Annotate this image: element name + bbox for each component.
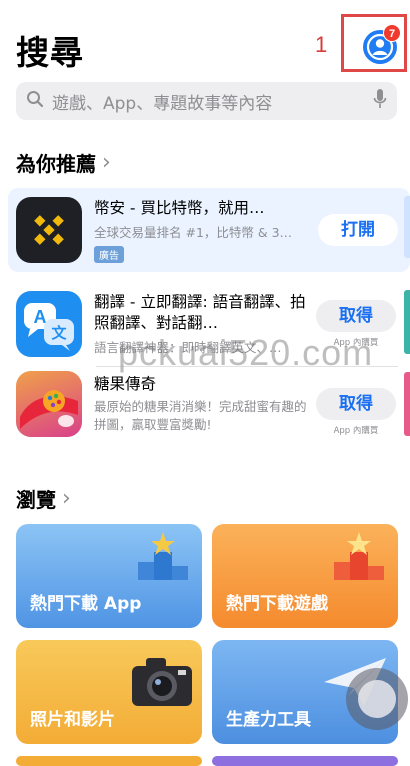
annotation-number: 1 [315,32,328,57]
app-row-candy[interactable]: 糖果傳奇 最原始的糖果消消樂！完成甜蜜有趣的拼圖，贏取豐富獎勵! 取得 App … [8,362,408,446]
card-top-games[interactable]: 熱門下載遊戲 [212,524,398,628]
card-label: 生產力工具 [226,710,311,730]
next-page-peek [404,372,410,436]
get-button[interactable]: 取得 [316,300,396,332]
app-name: 糖果傳奇 [94,375,157,393]
assistive-touch-icon [358,680,396,718]
app-subtitle: 最原始的糖果消消樂！完成甜蜜有趣的拼圖，贏取豐富獎勵! [94,399,307,432]
app-name: 翻譯 - 立即翻譯: 語音翻譯、拍照翻譯、對話翻… [94,293,306,332]
svg-text:文: 文 [51,324,67,342]
app-name: 幣安 - 買比特幣，就用… [94,198,265,217]
card-label: 熱門下載 App [30,594,142,614]
app-subtitle: 全球交易量排名 #1，比特幣 & 3… [94,224,293,240]
section-browse[interactable]: 瀏覽 › [16,484,71,513]
camera-icon [132,658,192,706]
chevron-right-icon: › [102,150,111,175]
card-label: 照片和影片 [30,710,115,730]
app-subtitle: 語言翻譯神器：即時翻譯英文、… [94,340,282,355]
section-browse-title: 瀏覽 [16,488,56,512]
notification-badge: 7 [383,24,401,42]
card-peek [212,756,398,766]
translate-app-icon: A 文 [16,291,82,357]
next-page-peek [404,290,410,354]
svg-text:A: A [34,307,47,327]
binance-app-icon [16,197,82,263]
in-app-purchase-note: App 內購買 [333,426,379,436]
card-top-apps[interactable]: 熱門下載 App [16,524,202,628]
section-recommended-title: 為你推薦 [16,152,96,176]
open-button[interactable]: 打開 [318,214,398,246]
microphone-icon[interactable] [373,88,387,114]
app-row-translate[interactable]: A 文 翻譯 - 立即翻譯: 語音翻譯、拍照翻譯、對話翻… 語言翻譯神器：即時翻… [8,282,408,366]
card-label: 熱門下載遊戲 [226,594,328,614]
search-placeholder: 遊戲、App、專題故事等內容 [52,93,273,114]
search-input[interactable]: 遊戲、App、專題故事等內容 [16,82,397,120]
card-peek [16,756,202,766]
podium-icon [334,532,384,580]
page-title: 搜尋 [16,33,84,72]
search-icon [26,90,44,112]
candy-app-icon [16,371,82,437]
assistive-touch-button[interactable] [346,668,408,730]
chevron-right-icon: › [62,486,71,511]
next-page-peek [404,196,410,258]
app-row-binance[interactable]: 幣安 - 買比特幣，就用… 全球交易量排名 #1，比特幣 & 3… 廣告 打開 [8,188,410,272]
get-button[interactable]: 取得 [316,388,396,420]
podium-icon [138,532,188,580]
in-app-purchase-note: App 內購買 [333,338,379,348]
ad-badge: 廣告 [94,245,124,263]
section-recommended[interactable]: 為你推薦 › [16,148,111,177]
card-photo-video[interactable]: 照片和影片 [16,640,202,744]
